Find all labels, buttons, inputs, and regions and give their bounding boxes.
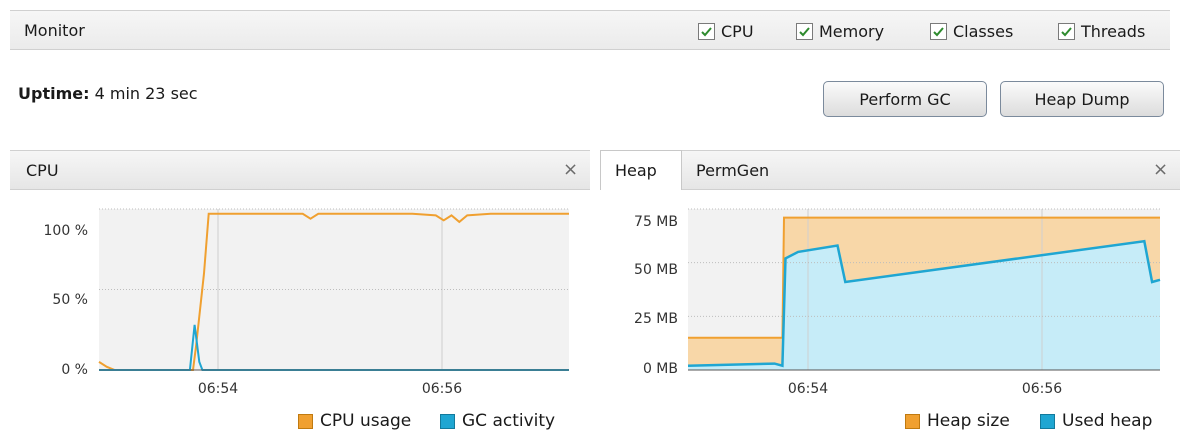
checkbox-cpu[interactable]: CPU xyxy=(698,20,754,42)
monitor-bar: Monitor CPU Memory Classes Threads xyxy=(10,10,1170,50)
cpu-close-icon[interactable]: × xyxy=(563,159,578,180)
heap-close-icon[interactable]: × xyxy=(1153,159,1168,180)
checkbox-memory-label: Memory xyxy=(819,21,885,41)
checkbox-memory[interactable]: Memory xyxy=(796,20,884,42)
checkbox-cpu-box[interactable] xyxy=(698,22,715,40)
heap-y-tick: 75 MB xyxy=(634,214,678,230)
heap-x-tick: 06:56 xyxy=(1022,381,1062,397)
heap-chart: 75 MB 50 MB 25 MB 0 MB 06:54 06:56 xyxy=(634,208,1161,397)
legend-used-heap-label: Used heap xyxy=(1062,411,1153,431)
heap-panel-header: Heap PermGen × xyxy=(600,150,1180,190)
legend-swatch-orange xyxy=(298,413,313,429)
legend-heap-size-label: Heap size xyxy=(927,411,1010,431)
perform-gc-button[interactable]: Perform GC xyxy=(823,81,987,117)
cpu-panel-header: CPU × xyxy=(10,150,590,190)
legend-gc-activity: GC activity xyxy=(440,411,555,431)
tab-permgen[interactable]: PermGen xyxy=(682,151,792,189)
checkbox-threads-box[interactable] xyxy=(1058,22,1075,40)
checkbox-classes[interactable]: Classes xyxy=(930,20,1013,42)
uptime-label: Uptime: xyxy=(18,84,90,103)
tab-heap-label: Heap xyxy=(615,161,657,180)
cpu-y-tick: 100 % xyxy=(44,223,88,239)
checkbox-cpu-label: CPU xyxy=(721,21,754,41)
checkbox-threads[interactable]: Threads xyxy=(1058,20,1145,42)
cpu-x-tick: 06:56 xyxy=(422,381,462,397)
heap-x-tick: 06:54 xyxy=(788,381,828,397)
legend-swatch-blue xyxy=(1040,413,1055,429)
checkbox-classes-label: Classes xyxy=(953,21,1014,41)
monitor-title: Monitor xyxy=(24,21,85,40)
legend-cpu-usage-label: CPU usage xyxy=(320,411,412,431)
legend-cpu-usage: CPU usage xyxy=(298,411,411,431)
cpu-y-tick: 50 % xyxy=(52,292,88,308)
uptime-value: 4 min 23 sec xyxy=(94,84,198,103)
tab-permgen-label: PermGen xyxy=(696,161,770,180)
cpu-panel-title: CPU xyxy=(26,161,59,180)
tab-heap[interactable]: Heap xyxy=(600,150,682,190)
legend-swatch-blue xyxy=(440,413,455,429)
heap-y-tick: 25 MB xyxy=(634,311,678,327)
checkbox-memory-box[interactable] xyxy=(796,22,813,40)
legend-gc-activity-label: GC activity xyxy=(462,411,556,431)
heap-y-tick: 50 MB xyxy=(634,262,678,278)
heap-dump-button[interactable]: Heap Dump xyxy=(1000,81,1164,117)
cpu-chart: 100 % 50 % 0 % 06:54 06:56 xyxy=(44,208,569,397)
legend-swatch-orange xyxy=(905,413,920,429)
heap-y-tick: 0 MB xyxy=(643,361,678,377)
uptime: Uptime: 4 min 23 sec xyxy=(18,84,198,103)
legend-heap-size: Heap size xyxy=(905,411,1010,431)
checkbox-classes-box[interactable] xyxy=(930,22,947,40)
legend-used-heap: Used heap xyxy=(1040,411,1152,431)
checkbox-threads-label: Threads xyxy=(1081,21,1146,41)
cpu-x-tick: 06:54 xyxy=(198,381,238,397)
cpu-y-tick: 0 % xyxy=(61,362,88,378)
